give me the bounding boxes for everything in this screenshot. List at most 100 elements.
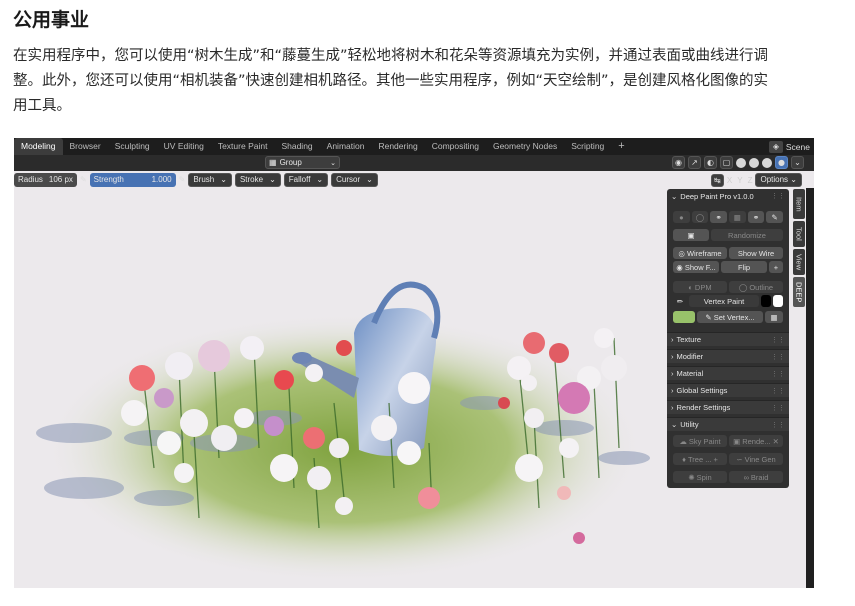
- deep-paint-panel: ⌄ Deep Paint Pro v1.0.0 ⋮⋮ ● ◯ ⚭ ▦ ⚭ ✎ ▣…: [667, 189, 789, 488]
- strength-pressure-icon[interactable]: ✎: [179, 175, 186, 184]
- strength-field[interactable]: Strength 1.000: [89, 172, 176, 187]
- tab-tool[interactable]: Tool: [793, 221, 805, 247]
- tab-view[interactable]: View: [793, 249, 805, 275]
- grid-tool-icon[interactable]: ▦: [729, 211, 746, 223]
- spin-button[interactable]: ✺ Spin: [673, 471, 727, 483]
- braid-icon: ∞: [743, 472, 749, 482]
- tab-scripting[interactable]: Scripting: [564, 138, 611, 155]
- plus-icon[interactable]: +: [713, 455, 717, 464]
- axis-y[interactable]: Y: [737, 176, 742, 185]
- tab-browser[interactable]: Browser: [63, 138, 108, 155]
- randomize-button[interactable]: Randomize: [711, 229, 783, 241]
- axis-x[interactable]: X: [727, 176, 732, 185]
- render-button[interactable]: ▣ Rende... ✕: [729, 435, 783, 447]
- braid-button[interactable]: ∞ Braid: [729, 471, 783, 483]
- radius-field[interactable]: Radius 106 px: [14, 172, 77, 187]
- tree-button[interactable]: ♦ Tree ... +: [673, 453, 727, 465]
- shading-wireframe-icon[interactable]: [736, 158, 746, 168]
- outline-toggle[interactable]: ◯ Outline: [729, 281, 783, 293]
- wireframe-row: ◎ Wireframe Show Wire: [673, 247, 783, 259]
- section-material[interactable]: › Material ⋮⋮: [667, 366, 789, 380]
- add-workspace-button[interactable]: +: [611, 138, 631, 155]
- set-vertex-button[interactable]: ✎ Set Vertex...: [697, 311, 763, 323]
- chevron-down-icon: ⌄: [220, 175, 227, 184]
- stroke-dropdown[interactable]: Stroke ⌄: [234, 172, 281, 187]
- tab-geometry-nodes[interactable]: Geometry Nodes: [486, 138, 564, 155]
- cloud-icon: ☁: [679, 436, 687, 446]
- chevron-down-icon: ⌄: [330, 159, 336, 167]
- gizmo-icon[interactable]: ↗: [688, 156, 701, 169]
- tab-texture-paint[interactable]: Texture Paint: [211, 138, 275, 155]
- sky-paint-button[interactable]: ☁ Sky Paint: [673, 435, 727, 447]
- color-swatch-white[interactable]: [773, 295, 783, 307]
- tab-compositing[interactable]: Compositing: [425, 138, 486, 155]
- section-texture[interactable]: › Texture ⋮⋮: [667, 332, 789, 346]
- set-vertex-row: ✎ Set Vertex... ▦: [673, 311, 783, 323]
- panel-header[interactable]: ⌄ Deep Paint Pro v1.0.0 ⋮⋮: [667, 189, 789, 203]
- tree-label: Tree ...: [687, 454, 712, 464]
- pressure-pen-icon[interactable]: ✎: [80, 175, 87, 184]
- tab-rendering[interactable]: Rendering: [371, 138, 424, 155]
- show-f-button[interactable]: ◉ Show F...: [673, 261, 719, 273]
- tab-uv-editing[interactable]: UV Editing: [157, 138, 211, 155]
- color-swatch-black[interactable]: [761, 295, 771, 307]
- tab-sculpting[interactable]: Sculpting: [108, 138, 157, 155]
- link-icon[interactable]: ⚭: [710, 211, 728, 223]
- chevron-down-icon: ⌄: [316, 175, 324, 184]
- tab-item[interactable]: Item: [793, 189, 805, 219]
- axis-z[interactable]: Z: [748, 176, 753, 185]
- randomize-row: ▣ Randomize: [673, 229, 783, 241]
- mirror-icon[interactable]: ↹: [710, 173, 724, 187]
- tool-icon-row: ● ◯ ⚭ ▦ ⚭ ✎: [673, 211, 784, 223]
- options-dropdown[interactable]: Options ⌄: [755, 173, 802, 187]
- section-modifier[interactable]: › Modifier ⋮⋮: [667, 349, 789, 363]
- flip-button[interactable]: Flip: [721, 261, 767, 273]
- shading-solid-icon[interactable]: [749, 158, 759, 168]
- tree-vine-row: ♦ Tree ... + ∽ Vine Gen: [673, 453, 783, 465]
- vertex-options-icon[interactable]: ▦: [765, 311, 783, 323]
- shading-options-icon[interactable]: ⌄: [791, 156, 804, 169]
- paragraph-line: 在实用程序中，您可以使用“树木生成”和“藤蔓生成”轻松地将树木和花朵等资源填充为…: [13, 48, 769, 64]
- add-button[interactable]: +: [769, 261, 783, 273]
- scene-selector[interactable]: ◈ Scene: [765, 138, 814, 155]
- tab-deep[interactable]: DEEP: [793, 277, 805, 307]
- overlay-icon[interactable]: ◐: [704, 156, 717, 169]
- drag-handle-icon: ⋮⋮: [771, 353, 785, 361]
- camera-icon: ▣: [733, 436, 741, 446]
- cursor-dropdown[interactable]: Cursor ⌄: [331, 172, 378, 187]
- paint-tool-icon[interactable]: ●: [673, 211, 690, 223]
- section-global-settings[interactable]: › Global Settings ⋮⋮: [667, 383, 789, 397]
- show-wire-button[interactable]: Show Wire: [729, 247, 783, 259]
- xray-icon[interactable]: ▢: [720, 156, 733, 169]
- section-render-settings[interactable]: › Render Settings ⋮⋮: [667, 400, 789, 414]
- set-vertex-label: Set Vertex...: [713, 312, 755, 322]
- tool-settings-bar: Radius 106 px ✎ Strength 1.000 ✎ Brush ⌄ …: [14, 171, 378, 188]
- chevron-down-icon: ⌄: [366, 175, 373, 184]
- tab-shading[interactable]: Shading: [274, 138, 319, 155]
- vine-gen-button[interactable]: ∽ Vine Gen: [729, 453, 783, 465]
- drag-handle-icon[interactable]: ⋮⋮: [771, 192, 785, 200]
- sphere-tool-icon[interactable]: ◯: [691, 211, 709, 223]
- visibility-icon[interactable]: ◉: [672, 156, 685, 169]
- drag-handle-icon: ⋮⋮: [771, 404, 785, 412]
- tab-animation[interactable]: Animation: [320, 138, 372, 155]
- seed-icon[interactable]: ▣: [673, 229, 709, 241]
- link-active-icon[interactable]: ⚭: [747, 211, 765, 223]
- dpm-toggle[interactable]: ◐ DPM: [673, 281, 727, 293]
- brush-dropdown[interactable]: Brush ⌄: [188, 172, 232, 187]
- shading-material-icon[interactable]: [762, 158, 772, 168]
- section-utility[interactable]: ⌄ Utility ⋮⋮: [667, 417, 789, 431]
- brush-tool-icon[interactable]: ✎: [766, 211, 784, 223]
- vertex-color-swatch[interactable]: [673, 311, 695, 323]
- scene-icon: ◈: [768, 140, 783, 153]
- shading-rendered-icon[interactable]: ●: [775, 156, 788, 169]
- close-icon[interactable]: ✕: [773, 437, 779, 446]
- chevron-down-icon: ⌄: [269, 175, 276, 184]
- wireframe-button[interactable]: ◎ Wireframe: [673, 247, 727, 259]
- falloff-dropdown[interactable]: Falloff ⌄: [283, 172, 329, 187]
- group-selector[interactable]: ▦ Group ⌄: [265, 156, 340, 169]
- vertex-paint-row: ✏ Vertex Paint: [673, 295, 783, 307]
- tab-modeling[interactable]: Modeling: [14, 138, 63, 155]
- region-edge: [806, 188, 814, 588]
- drag-handle-icon: ⋮⋮: [771, 370, 785, 378]
